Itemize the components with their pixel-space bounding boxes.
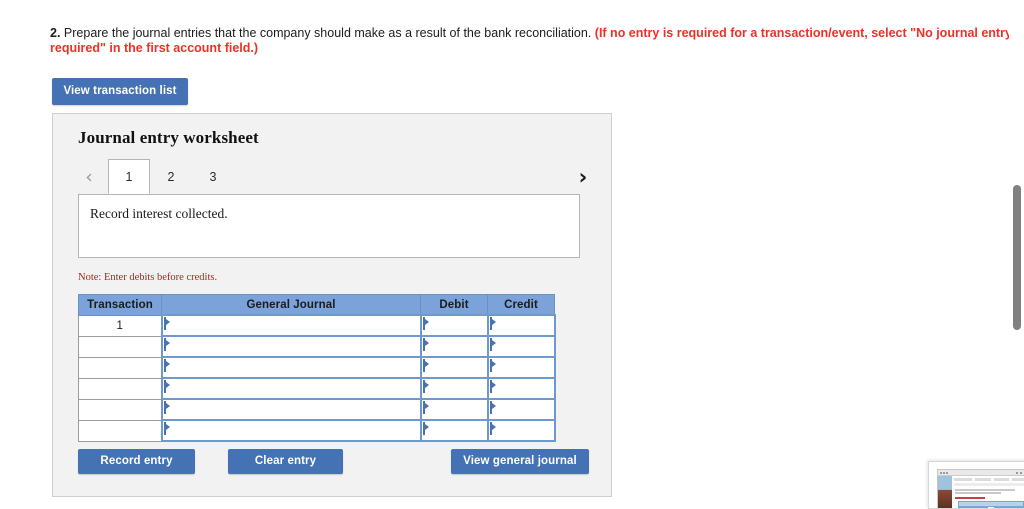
dropdown-marker-icon [489, 380, 497, 393]
preview-thumbnail-popup[interactable] [928, 461, 1024, 509]
dropdown-marker-icon [422, 338, 430, 351]
record-entry-button[interactable]: Record entry [78, 449, 195, 474]
dropdown-marker-icon [163, 338, 171, 351]
dropdown-marker-icon [422, 401, 430, 414]
journal-table-body: 1 [78, 314, 556, 442]
clear-entry-button[interactable]: Clear entry [228, 449, 343, 474]
dropdown-marker-icon [489, 401, 497, 414]
transaction-number-cell [78, 356, 162, 379]
credit-input-row-4[interactable] [486, 377, 556, 400]
journal-entry-table: Transaction General Journal Debit Credit… [78, 294, 556, 442]
transaction-number-cell [78, 398, 162, 421]
debits-before-credits-note: Note: Enter debits before credits. [78, 272, 218, 283]
page-scrollbar-thumb[interactable] [1013, 185, 1021, 330]
dropdown-marker-icon [422, 380, 430, 393]
general-journal-input-row-4[interactable] [160, 377, 422, 400]
dropdown-marker-icon [489, 359, 497, 372]
thumbnail-photo-region [938, 476, 952, 508]
debit-input-row-6[interactable] [419, 419, 489, 442]
transaction-number-cell [78, 377, 162, 400]
table-row [78, 398, 556, 421]
tab-3[interactable]: 3 [192, 159, 234, 194]
credit-input-row-1[interactable] [486, 314, 556, 337]
transaction-description-box: Record interest collected. [78, 194, 580, 258]
debit-input-row-3[interactable] [419, 356, 489, 379]
table-row [78, 377, 556, 400]
transaction-description-text: Record interest collected. [90, 206, 228, 221]
journal-entry-worksheet-panel: Journal entry worksheet ‹ 1 2 3 › Record… [52, 113, 612, 497]
tab-1[interactable]: 1 [108, 159, 150, 194]
general-journal-input-row-5[interactable] [160, 398, 422, 421]
panel-title: Journal entry worksheet [78, 128, 259, 147]
dropdown-marker-icon [163, 422, 171, 435]
dropdown-marker-icon [163, 359, 171, 372]
transaction-number-cell [78, 335, 162, 358]
dropdown-marker-icon [163, 401, 171, 414]
dropdown-marker-icon [163, 317, 171, 330]
question-text: Prepare the journal entries that the com… [60, 26, 595, 40]
table-row [78, 356, 556, 379]
table-row [78, 335, 556, 358]
table-row: 1 [78, 314, 556, 337]
general-journal-input-row-6[interactable] [160, 419, 422, 442]
credit-input-row-6[interactable] [486, 419, 556, 442]
worksheet-tabstrip: ‹ 1 2 3 › [78, 159, 598, 195]
debit-input-row-4[interactable] [419, 377, 489, 400]
general-journal-input-row-2[interactable] [160, 335, 422, 358]
dropdown-marker-icon [422, 317, 430, 330]
dropdown-marker-icon [422, 359, 430, 372]
column-header-general-journal: General Journal [161, 294, 421, 316]
general-journal-input-row-1[interactable] [160, 314, 422, 337]
transaction-number-cell: 1 [78, 314, 162, 337]
debit-input-row-1[interactable] [419, 314, 489, 337]
tab-2[interactable]: 2 [150, 159, 192, 194]
table-header-row: Transaction General Journal Debit Credit [78, 294, 555, 316]
column-header-credit: Credit [487, 294, 555, 316]
general-journal-input-row-3[interactable] [160, 356, 422, 379]
table-row [78, 419, 556, 442]
transaction-number-cell [78, 419, 162, 442]
credit-input-row-3[interactable] [486, 356, 556, 379]
page-scrollbar-track[interactable] [1009, 0, 1024, 507]
column-header-transaction: Transaction [78, 294, 162, 316]
question-number: 2. [50, 26, 61, 40]
dropdown-marker-icon [422, 422, 430, 435]
dropdown-marker-icon [489, 338, 497, 351]
credit-input-row-5[interactable] [486, 398, 556, 421]
preview-thumbnail-image [937, 469, 1024, 508]
dropdown-marker-icon [163, 380, 171, 393]
chevron-left-icon[interactable]: ‹ [78, 164, 100, 190]
credit-input-row-2[interactable] [486, 335, 556, 358]
column-header-debit: Debit [420, 294, 488, 316]
chevron-right-icon[interactable]: › [572, 164, 594, 190]
view-general-journal-button[interactable]: View general journal [451, 449, 589, 474]
dropdown-marker-icon [489, 422, 497, 435]
debit-input-row-2[interactable] [419, 335, 489, 358]
debit-input-row-5[interactable] [419, 398, 489, 421]
view-transaction-list-button[interactable]: View transaction list [52, 78, 188, 105]
worksheet-tabs: 1 2 3 [108, 159, 234, 194]
question-prompt: 2. Prepare the journal entries that the … [50, 26, 1018, 56]
dropdown-marker-icon [489, 317, 497, 330]
